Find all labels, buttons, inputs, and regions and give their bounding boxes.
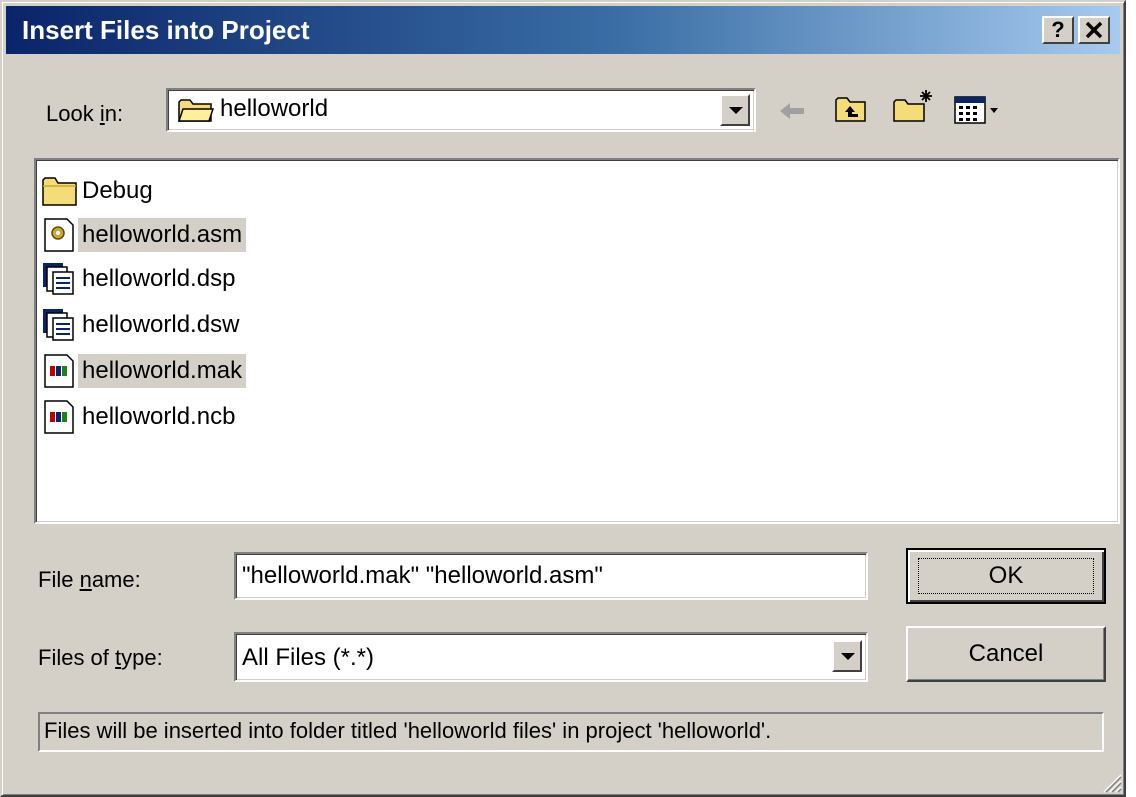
file-name-value: "helloworld.mak" "helloworld.asm" (242, 562, 603, 589)
file-list[interactable]: Debug helloworld.asm helloworld.dsp hell… (34, 158, 1120, 524)
file-name: helloworld.dsp (82, 265, 236, 292)
file-name: Debug (82, 177, 153, 204)
file-name-label: File name: (38, 567, 141, 592)
file-name: helloworld.dsw (82, 311, 240, 338)
file-type-value: All Files (*.*) (242, 644, 375, 671)
new-folder-icon[interactable] (892, 88, 938, 124)
look-in-label: Look in: (46, 101, 124, 126)
file-name: helloworld.asm (78, 218, 247, 252)
ncb-file-icon (42, 400, 78, 434)
project-file-icon (42, 262, 78, 296)
dialog-title: Insert Files into Project (22, 15, 310, 45)
makefile-icon (42, 354, 78, 388)
view-menu-icon[interactable] (954, 95, 1002, 125)
list-item[interactable]: helloworld.asm (42, 216, 247, 254)
resize-grip-icon[interactable] (1100, 771, 1122, 793)
title-bar[interactable]: Insert Files into Project ? (6, 6, 1120, 54)
close-icon (1085, 21, 1103, 39)
list-item[interactable]: helloworld.mak (42, 352, 247, 390)
back-arrow-icon[interactable] (778, 100, 808, 122)
look-in-value: helloworld (220, 95, 329, 122)
close-button[interactable] (1078, 16, 1110, 44)
file-name-input[interactable]: "helloworld.mak" "helloworld.asm" (234, 552, 868, 600)
look-in-combobox[interactable]: helloworld (166, 88, 756, 132)
file-type-combobox[interactable]: All Files (*.*) (234, 632, 868, 682)
ok-button-label: OK (918, 558, 1094, 594)
list-item[interactable]: helloworld.dsw (42, 306, 243, 344)
cancel-button[interactable]: Cancel (906, 626, 1106, 682)
file-name: helloworld.ncb (82, 403, 236, 430)
file-type-dropdown-button[interactable] (832, 640, 862, 672)
insert-files-dialog: Insert Files into Project ? Look in: hel… (0, 0, 1126, 797)
help-button[interactable]: ? (1042, 16, 1074, 44)
asm-file-icon (42, 218, 78, 252)
status-text: Files will be inserted into folder title… (38, 712, 1104, 752)
list-item[interactable]: helloworld.ncb (42, 398, 239, 436)
look-in-dropdown-button[interactable] (720, 94, 750, 126)
file-name: helloworld.mak (78, 354, 247, 388)
list-item[interactable]: helloworld.dsp (42, 260, 239, 298)
list-item[interactable]: Debug (42, 172, 157, 210)
folder-icon (42, 174, 78, 208)
folder-open-icon (178, 99, 214, 122)
workspace-file-icon (42, 308, 78, 342)
ok-button[interactable]: OK (906, 548, 1106, 604)
file-type-label: Files of type: (38, 645, 163, 670)
up-one-level-icon[interactable] (834, 94, 868, 124)
